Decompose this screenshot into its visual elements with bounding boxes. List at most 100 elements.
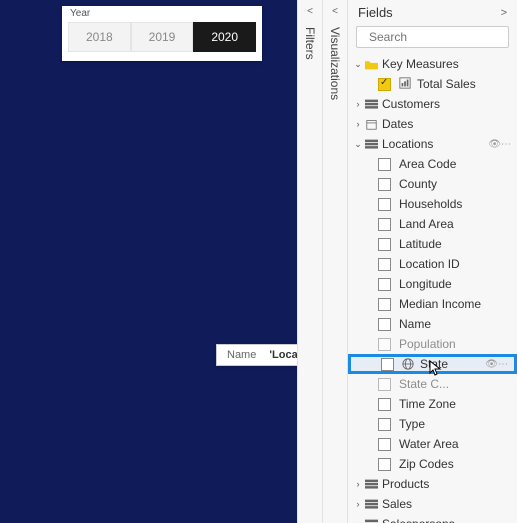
visualizations-panel-rail[interactable]: < Visualizations [322,0,347,523]
table-products[interactable]: › Products [348,474,517,494]
table-icon [364,138,378,150]
table-label: Customers [382,97,513,111]
measure-icon [399,77,413,92]
field-label: Name [399,317,513,331]
globe-icon [402,358,416,370]
date-icon [364,118,378,130]
table-icon [364,518,378,523]
field-county[interactable]: County [348,174,517,194]
chevron-right-icon[interactable]: › [352,99,364,109]
filters-label: Filters [303,27,317,60]
table-label: Products [382,477,513,491]
field-checkbox[interactable] [378,298,391,311]
field-checkbox[interactable] [378,418,391,431]
field-label: Location ID [399,257,513,271]
field-checkbox[interactable] [378,318,391,331]
field-longitude[interactable]: Longitude [348,274,517,294]
field-label: Area Code [399,157,513,171]
table-dates[interactable]: › Dates [348,114,517,134]
field-label: County [399,177,513,191]
field-checkbox[interactable] [378,218,391,231]
fields-header: Fields > [348,0,517,26]
report-canvas[interactable]: Year 201820192020 [0,0,297,523]
table-icon [364,498,378,510]
field-label: Zip Codes [399,457,513,471]
field-type[interactable]: Type [348,414,517,434]
slicer-option-2018[interactable]: 2018 [68,22,131,52]
expand-visualizations-icon[interactable]: < [332,6,338,17]
field-checkbox[interactable] [378,278,391,291]
field-label: Total Sales [417,77,513,91]
field-checkbox[interactable] [378,458,391,471]
collapse-fields-icon[interactable]: > [501,7,507,19]
search-input[interactable] [369,30,517,44]
field-latitude[interactable]: Latitude [348,234,517,254]
field-median-income[interactable]: Median Income [348,294,517,314]
field-zip-codes[interactable]: Zip Codes [348,454,517,474]
field-label: Population [399,337,513,351]
field-label: Longitude [399,277,513,291]
field-time-zone[interactable]: Time Zone [348,394,517,414]
field-checkbox[interactable] [378,78,391,91]
table-customers[interactable]: › Customers [348,94,517,114]
field-label: Time Zone [399,397,513,411]
field-checkbox[interactable] [378,438,391,451]
field-checkbox[interactable] [378,258,391,271]
slicer-option-2019[interactable]: 2019 [131,22,194,52]
table-locations[interactable]: ⌄ Locations👁⋯ [348,134,517,154]
field-label: State C... [399,377,513,391]
field-state-c-[interactable]: State C... [348,374,517,394]
fields-tree[interactable]: ⌄Key Measures Total Sales › Customers › Dates… [348,54,517,523]
field-label: Households [399,197,513,211]
field-label: Latitude [399,237,513,251]
field-checkbox[interactable] [378,158,391,171]
visibility-icon[interactable]: 👁⋯ [483,359,510,370]
table-label: Locations [382,137,486,151]
chevron-right-icon[interactable]: › [352,119,364,129]
chevron-right-icon[interactable]: › [352,479,364,489]
slicer-buttons: 201820192020 [62,20,262,56]
field-label: Type [399,417,513,431]
field-name[interactable]: Name [348,314,517,334]
field-checkbox[interactable] [381,358,394,371]
visualizations-label: Visualizations [328,27,342,100]
table-label: Dates [382,117,513,131]
field-checkbox[interactable] [378,238,391,251]
field-area-code[interactable]: Area Code [348,154,517,174]
field-checkbox[interactable] [378,338,391,351]
table-sales[interactable]: › Sales [348,494,517,514]
field-land-area[interactable]: Land Area [348,214,517,234]
field-total-sales[interactable]: Total Sales [348,74,517,94]
field-checkbox[interactable] [378,198,391,211]
chevron-down-icon[interactable]: ⌄ [352,139,364,150]
field-checkbox[interactable] [378,398,391,411]
collapsed-panels: < Filters < Visualizations [297,0,347,523]
filters-panel-rail[interactable]: < Filters [297,0,322,523]
field-location-id[interactable]: Location ID [348,254,517,274]
field-label: Water Area [399,437,513,451]
chevron-right-icon[interactable]: › [352,519,364,523]
field-state[interactable]: State👁⋯ [348,354,517,374]
slicer-title: Year [62,6,262,20]
search-input-wrap[interactable] [356,26,509,48]
expand-filters-icon[interactable]: < [307,6,313,17]
field-checkbox[interactable] [378,378,391,391]
field-label: Median Income [399,297,513,311]
field-water-area[interactable]: Water Area [348,434,517,454]
field-population[interactable]: Population [348,334,517,354]
table-label: Sales [382,497,513,511]
fields-pane: Fields > ⌄Key Measures Total Sales › Custom… [347,0,517,523]
table-icon [364,478,378,490]
slicer-option-2020[interactable]: 2020 [193,22,256,52]
table-salespersons[interactable]: ›Salespersons [348,514,517,523]
chevron-right-icon[interactable]: › [352,499,364,509]
table-icon [364,98,378,110]
year-slicer[interactable]: Year 201820192020 [62,6,262,61]
fields-title: Fields [358,5,393,20]
visibility-icon[interactable]: 👁⋯ [486,139,513,150]
field-households[interactable]: Households [348,194,517,214]
folder-icon [364,58,378,70]
field-checkbox[interactable] [378,178,391,191]
chevron-down-icon[interactable]: ⌄ [352,59,364,70]
table-key-measures[interactable]: ⌄Key Measures [348,54,517,74]
